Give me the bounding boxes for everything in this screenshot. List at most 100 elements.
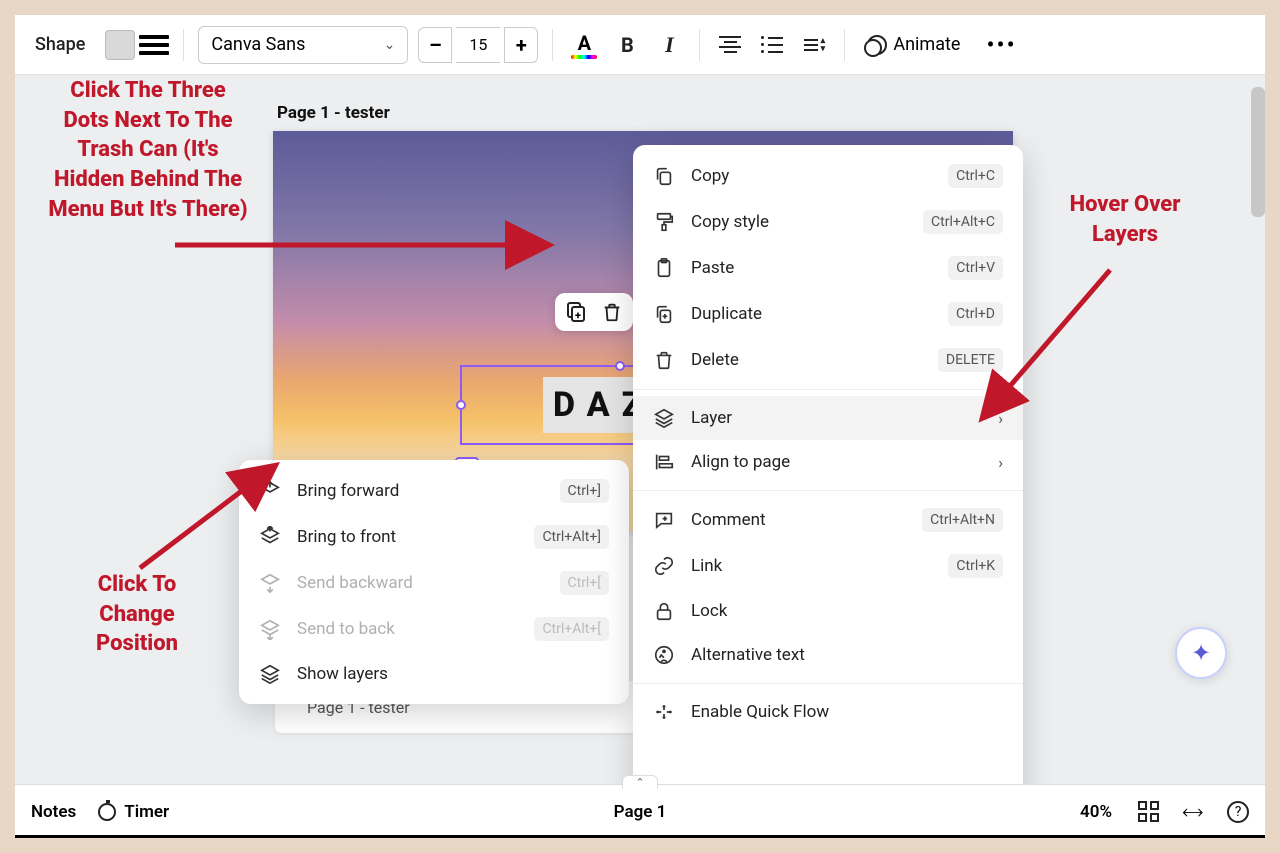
annotation-1: Click The Three Dots Next To The Trash C… [48,76,248,224]
menu-item-show-layers[interactable]: Show layers [239,652,629,696]
layer-submenu: Bring forward Ctrl+] Bring to front Ctrl+Al… [239,460,629,704]
menu-item-alt-text[interactable]: Alternative text [633,633,1023,677]
separator [844,29,845,61]
trash-icon[interactable] [601,301,623,323]
bottom-bar: ⌃ Notes Timer Page 1 40% ⤢ ? [15,784,1265,838]
font-size-decrease-button[interactable]: – [418,27,452,63]
menu-item-label: Alternative text [691,645,1003,665]
zoom-level[interactable]: 40% [1080,802,1112,822]
page-indicator[interactable]: Page 1 [614,802,667,822]
menu-item-duplicate[interactable]: Duplicate Ctrl+D [633,291,1023,337]
menu-item-shortcut: Ctrl+Alt+[ [534,617,609,641]
link-icon [653,555,675,577]
more-options-button[interactable]: ••• [978,31,1024,59]
font-size-increase-button[interactable]: + [504,27,538,63]
stopwatch-icon [98,803,116,821]
menu-item-shortcut: Ctrl+] [560,479,610,503]
text-color-button[interactable]: A [567,31,601,59]
menu-item-label: Bring to front [297,527,518,547]
front-icon [259,526,281,548]
menu-item-bring-front[interactable]: Bring to front Ctrl+Alt+] [239,514,629,560]
align-button[interactable] [714,29,746,61]
notes-button[interactable]: Notes [31,802,76,822]
menu-item-copy-style[interactable]: Copy style Ctrl+Alt+C [633,199,1023,245]
comment-icon [653,509,675,531]
menu-item-label: Comment [691,510,906,530]
menu-item-copy[interactable]: CopyCtrl+C [633,153,1023,199]
annotation-3: Click To Change Position [62,570,212,659]
menu-item-label: Send to back [297,619,518,639]
menu-item-shortcut: Ctrl+D [948,302,1003,326]
menu-item-shortcut: Ctrl+C [948,164,1003,188]
fill-color-swatch[interactable] [105,30,135,60]
assistant-fab[interactable]: ✦ [1175,627,1227,679]
shape-label: Shape [25,34,95,55]
menu-item-label: Copy style [691,212,907,232]
menu-item-shortcut: Ctrl+V [948,256,1003,280]
animate-button[interactable]: Animate [859,30,968,59]
menu-item-label: Bring forward [297,481,544,501]
sparkle-icon: ✦ [1191,639,1211,667]
menu-item-shortcut: Ctrl+Alt+N [922,508,1003,532]
menu-item-shortcut: Ctrl+Alt+C [923,210,1003,234]
timer-button[interactable]: Timer [98,802,169,822]
forward-icon [259,480,281,502]
menu-item-label: Align to page [691,452,982,472]
menu-item-bring-forward[interactable]: Bring forward Ctrl+] [239,468,629,514]
menu-item-shortcut: Ctrl+K [948,554,1003,578]
line-spacing-button[interactable]: ▴▾ [798,29,830,61]
menu-item-quick-flow[interactable]: Enable Quick Flow [633,690,1023,734]
menu-separator [633,490,1023,491]
menu-item-comment[interactable]: Comment Ctrl+Alt+N [633,497,1023,543]
animate-icon [867,35,887,55]
menu-item-shortcut: Ctrl+Alt+] [534,525,609,549]
resize-handle-top[interactable] [615,361,625,371]
expand-bottom-icon[interactable]: ⌃ [622,775,658,789]
menu-item-lock[interactable]: Lock [633,589,1023,633]
menu-item-label: Send backward [297,573,544,593]
font-size-input[interactable]: 15 [456,27,500,63]
border-style-icon[interactable] [139,30,169,60]
flow-icon [653,701,675,723]
duplicate-page-icon[interactable]: + [565,301,587,323]
menu-item-shortcut: DELETE [938,348,1003,372]
menu-separator [633,389,1023,390]
menu-item-label: Enable Quick Flow [691,702,1003,722]
help-icon[interactable]: ? [1227,801,1249,823]
menu-item-layer[interactable]: Layer› [633,396,1023,440]
copy-icon [653,165,675,187]
menu-item-paste[interactable]: Paste Ctrl+V [633,245,1023,291]
fullscreen-icon[interactable]: ⤢ [1179,797,1207,825]
grid-view-icon[interactable] [1138,801,1159,822]
trash-icon [653,349,675,371]
lock-icon [653,600,675,622]
menu-item-link[interactable]: LinkCtrl+K [633,543,1023,589]
layers-icon [653,407,675,429]
back-icon [259,618,281,640]
menu-item-label: Paste [691,258,932,278]
separator [183,29,184,61]
menu-item-label: Show layers [297,664,609,684]
bold-button[interactable]: B [611,29,643,61]
alt-icon [653,644,675,666]
vertical-scrollbar[interactable] [1251,87,1265,217]
menu-item-align[interactable]: Align to page › [633,440,1023,484]
clipboard-icon [653,257,675,279]
animate-label: Animate [893,34,960,55]
page-title: Page 1 - tester [277,103,390,123]
menu-item-label: Duplicate [691,304,932,324]
chevron-right-icon: › [998,453,1003,472]
menu-item-label: Layer [691,408,982,428]
align-icon [653,451,675,473]
roller-icon [653,211,675,233]
font-family-select[interactable]: Canva Sans ⌄ [198,26,408,64]
italic-button[interactable]: I [653,29,685,61]
menu-item-label: Lock [691,601,1003,621]
chevron-down-icon: ⌄ [384,37,396,53]
resize-handle-left[interactable] [456,400,466,410]
menu-separator [633,683,1023,684]
menu-item-label: Delete [691,350,922,370]
separator [552,29,553,61]
bullet-list-button[interactable] [756,29,788,61]
menu-item-delete[interactable]: Delete DELETE [633,337,1023,383]
